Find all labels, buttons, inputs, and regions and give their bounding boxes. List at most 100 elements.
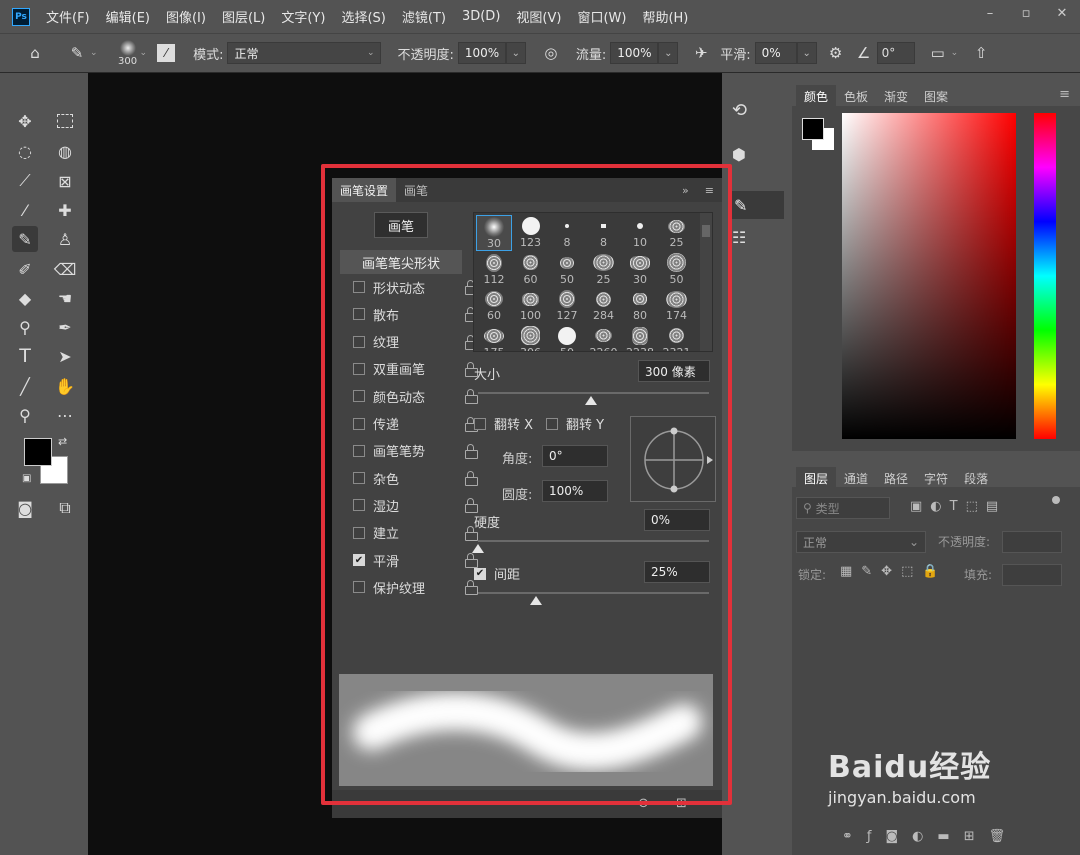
opacity-label: 不透明度: [397, 47, 454, 63]
menu-select[interactable]: 选择(S) [333, 7, 393, 26]
color-panel-tabs: 颜色 色板 渐变 图案 [796, 85, 956, 108]
panel-dock-strip: ⟲ ⬢ ✎ ☷ [722, 73, 792, 855]
quick-mask-icon[interactable]: ◙ [12, 495, 38, 521]
options-bar: ⌂ ✎ ⌄ 300 ⌄ ⁄ 模式: 正常 ⌄ 不透明度: 100% ⌄ ◎ 流量:… [0, 33, 1080, 73]
type-tool-icon[interactable]: T [12, 343, 38, 369]
pressure-opacity-icon[interactable]: ◎ [538, 44, 564, 62]
brush-size-readout: 300 [118, 55, 138, 67]
smudge-tool-icon[interactable]: ☚ [52, 285, 78, 311]
eraser-tool-icon[interactable]: ⌫ [52, 256, 78, 282]
move-tool-icon[interactable]: ✥ [12, 108, 38, 134]
lasso-tool-icon[interactable]: ◌ [12, 138, 38, 164]
opacity-dropdown[interactable]: ⌄ [505, 42, 526, 64]
color-field[interactable] [842, 113, 1016, 439]
angle-input[interactable]: 0° [876, 42, 915, 64]
tab-swatches[interactable]: 色板 [836, 85, 876, 108]
menu-filter[interactable]: 滤镜(T) [394, 7, 454, 26]
pressure-size-icon[interactable]: ▭ [925, 44, 951, 62]
menu-edit[interactable]: 编辑(E) [98, 7, 158, 26]
tab-color[interactable]: 颜色 [796, 85, 837, 108]
line-tool-icon[interactable]: ╱ [12, 373, 38, 399]
hue-slider[interactable] [1034, 113, 1056, 439]
chevron-down-icon: ⌄ [366, 48, 375, 58]
menu-type[interactable]: 文字(Y) [273, 7, 333, 26]
layer-opacity-input[interactable] [1002, 531, 1062, 553]
smooth-dropdown[interactable]: ⌄ [796, 42, 817, 64]
opacity-input[interactable]: 100% [457, 42, 506, 64]
brush-tool-icon[interactable]: ✎ [64, 44, 90, 62]
clone-stamp-tool-icon[interactable]: ♙ [52, 226, 78, 252]
screen-mode-icon[interactable]: ⧉ [52, 495, 78, 521]
zoom-tool-icon[interactable]: ⚲ [12, 402, 38, 428]
brush-settings-toggle-icon[interactable]: ⁄ [157, 44, 176, 62]
chevron-down-icon[interactable]: ⌄ [90, 48, 98, 58]
flow-input[interactable]: 100% [610, 42, 659, 64]
tab-gradients[interactable]: 渐变 [876, 85, 916, 108]
close-button[interactable]: ✕ [1044, 6, 1080, 21]
menu-view[interactable]: 视图(V) [508, 7, 569, 26]
right-panel-area: 颜色 色板 渐变 图案 ≡ 图层 通道 路径 字符 段落 ⚲ 类型 ▣◐T⬚▤ … [792, 73, 1080, 855]
fill-label: 填充: [964, 568, 993, 582]
brush-preset-picker[interactable]: 300 [116, 39, 140, 67]
3d-panel-icon[interactable]: ⬢ [732, 145, 746, 164]
foreground-color-swatch[interactable] [24, 438, 52, 466]
layer-opacity-label: 不透明度: [938, 535, 991, 549]
angle-icon: ∠ [856, 44, 871, 62]
path-selection-tool-icon[interactable]: ➤ [52, 343, 78, 369]
frame-tool-icon[interactable]: ⊠ [52, 168, 78, 194]
brush-tool-icon[interactable]: ✎ [12, 226, 38, 252]
maximize-button[interactable]: ▫ [1008, 6, 1044, 21]
blend-mode-value: 正常 [803, 535, 828, 550]
layer-filter-icons[interactable]: ▣◐T⬚▤ [910, 499, 1006, 514]
marquee-tool-icon[interactable] [52, 108, 78, 134]
smooth-input[interactable]: 0% [754, 42, 797, 64]
pen-tool-icon[interactable]: ✒ [52, 314, 78, 340]
hand-tool-icon[interactable]: ✋ [52, 373, 78, 399]
history-brush-tool-icon[interactable]: ✐ [12, 256, 38, 282]
lock-label: 锁定: [798, 568, 827, 582]
airbrush-icon[interactable]: ✈ [688, 44, 714, 62]
quick-selection-tool-icon[interactable]: ◍ [52, 138, 78, 164]
swap-colors-icon[interactable]: ⇄ [58, 435, 67, 448]
menu-bar: Ps 文件(F) 编辑(E) 图像(I) 图层(L) 文字(Y) 选择(S) 滤… [0, 0, 1080, 33]
window-controls: – ▫ ✕ [972, 0, 1080, 26]
brush-settings-panel-icon[interactable]: ✎ [728, 191, 784, 219]
history-panel-icon[interactable]: ⟲ [732, 100, 747, 121]
share-icon[interactable]: ⇧ [968, 44, 994, 62]
menu-image[interactable]: 图像(I) [158, 7, 214, 26]
mode-control: 模式: 正常 ⌄ [193, 42, 382, 64]
default-colors-icon[interactable]: ▣ [22, 473, 31, 484]
baidu-watermark: Baidu经验 jingyan.baidu.com [828, 742, 1028, 832]
adjustments-panel-icon[interactable]: ☷ [732, 228, 746, 247]
layer-filter-select[interactable]: ⚲ 类型 [796, 497, 890, 519]
minimize-button[interactable]: – [972, 6, 1008, 21]
lock-icons[interactable]: ▦✎✥⬚🔒 [840, 564, 948, 579]
paint-bucket-tool-icon[interactable]: ◆ [12, 285, 38, 311]
panel-menu-icon[interactable]: ≡ [1059, 87, 1070, 102]
foreground-color-swatch[interactable] [802, 118, 824, 140]
photoshop-logo: Ps [12, 7, 30, 26]
dodge-tool-icon[interactable]: ⚲ [12, 314, 38, 340]
chevron-down-icon[interactable]: ⌄ [951, 48, 959, 58]
chevron-down-icon[interactable]: ⌄ [140, 48, 148, 58]
home-icon[interactable]: ⌂ [22, 44, 48, 62]
filter-toggle-icon[interactable] [1052, 496, 1060, 504]
gear-icon[interactable]: ⚙ [823, 44, 849, 62]
flow-dropdown[interactable]: ⌄ [658, 42, 679, 64]
mode-label: 模式: [193, 47, 224, 63]
fill-input[interactable] [1002, 564, 1062, 586]
menu-help[interactable]: 帮助(H) [634, 7, 696, 26]
menu-file[interactable]: 文件(F) [38, 7, 98, 26]
blend-mode-select[interactable]: 正常 ⌄ [796, 531, 926, 553]
mode-select[interactable]: 正常 ⌄ [227, 42, 382, 64]
crop-object-tool-icon[interactable]: ⟋ [12, 168, 38, 194]
menu-layer[interactable]: 图层(L) [214, 7, 273, 26]
eyedropper-tool-icon[interactable]: ⁄ [12, 197, 38, 223]
layers-panel-tabs: 图层 通道 路径 字符 段落 [792, 463, 1080, 490]
menu-3d[interactable]: 3D(D) [454, 9, 508, 24]
healing-brush-tool-icon[interactable]: ✚ [52, 197, 78, 223]
tab-patterns[interactable]: 图案 [916, 85, 956, 108]
more-tools-icon[interactable]: ⋯ [52, 402, 78, 428]
menu-window[interactable]: 窗口(W) [569, 7, 634, 26]
soft-brush-icon [119, 39, 136, 56]
